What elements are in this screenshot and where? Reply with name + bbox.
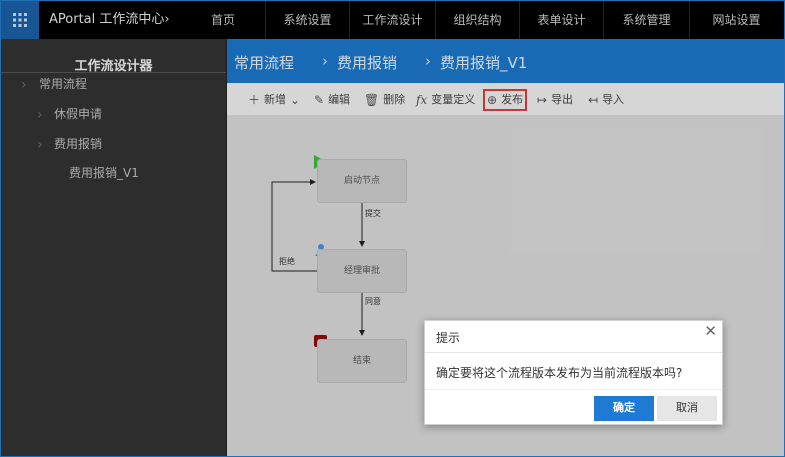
dialog-footer-divider <box>425 389 722 390</box>
dialog-message: 确定要将这个流程版本发布为当前流程版本吗? <box>436 366 683 380</box>
cancel-button[interactable]: 取消 <box>657 396 717 421</box>
close-icon[interactable]: ✕ <box>704 322 717 340</box>
confirm-button[interactable]: 确定 <box>594 396 654 421</box>
dialog-divider <box>425 352 722 353</box>
confirm-dialog: 提示 ✕ 确定要将这个流程版本发布为当前流程版本吗? 确定 取消 <box>424 320 723 425</box>
dialog-title: 提示 <box>436 331 461 345</box>
